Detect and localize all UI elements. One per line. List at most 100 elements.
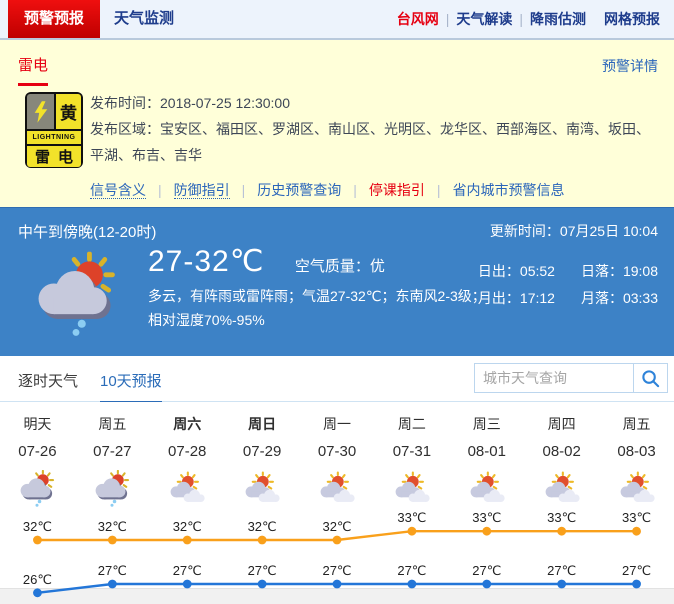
warning-type-label: 雷电 [27, 146, 81, 167]
day-label: 周五 [75, 414, 150, 434]
tab-weather-monitor[interactable]: 天气监测 [114, 0, 174, 38]
high-temp-point [33, 536, 42, 545]
warning-detail-link[interactable]: 预警详情 [602, 56, 658, 76]
low-temp-label: 26℃ [23, 572, 52, 587]
low-temp-point [333, 580, 342, 589]
date-label: 07-28 [150, 443, 225, 463]
forecast-period-label: 中午到傍晚(12-20时) [18, 221, 156, 242]
date-label: 08-01 [449, 443, 524, 463]
day-label: 明天 [0, 414, 75, 434]
low-temp-label: 27℃ [472, 563, 501, 578]
warning-section: 雷电 预警详情 黄 LIGHTNING 雷电 发布时间：2018-07-25 1… [0, 40, 674, 207]
low-temp-label: 27℃ [397, 563, 426, 578]
day-label: 周四 [524, 414, 599, 434]
forecast-columns: 明天07-26周五07-27周六07-28周日07-29周一07-30周二07-… [0, 402, 674, 512]
current-weather-section: 中午到傍晚(12-20时) 更新时间：07月25日 10:04 27-32℃ 空… [0, 207, 674, 356]
forecast-day-column[interactable]: 周二07-31 [374, 414, 449, 512]
partly-cloudy-icon [166, 470, 208, 507]
high-temp-label: 32℃ [23, 519, 52, 534]
low-temp-point [108, 580, 117, 589]
forecast-day-column[interactable]: 周六07-28 [150, 414, 225, 512]
temperature-range: 27-32℃ [148, 245, 264, 278]
tab-ten-day-forecast[interactable]: 10天预报 [100, 370, 162, 404]
forecast-tab-bar: 逐时天气 10天预报 [0, 356, 674, 402]
day-label: 周五 [599, 414, 674, 434]
date-label: 07-30 [300, 443, 375, 463]
link-signal-meaning[interactable]: 信号含义 [90, 182, 146, 199]
partly-cloudy-icon [391, 470, 433, 507]
day-label: 周三 [449, 414, 524, 434]
forecast-day-column[interactable]: 周三 08-01 [449, 414, 524, 512]
tab-hourly-weather[interactable]: 逐时天气 [18, 370, 78, 391]
link-rain-estimation[interactable]: 降雨估测 [530, 11, 586, 27]
link-history-warning-query[interactable]: 历史预警查询 [257, 182, 341, 198]
moonrise-time: 月出：17:12 [478, 287, 555, 309]
low-temp-point [632, 580, 641, 589]
link-defense-guide[interactable]: 防御指引 [174, 182, 230, 199]
moonset-time: 月落：03:33 [581, 287, 658, 309]
link-typhoon-net[interactable]: 台风网 [397, 11, 439, 27]
publish-area-value: 宝安区、福田区、罗湖区、南山区、光明区、龙华区、西部海区、南湾、坂田、平湖、布吉… [90, 121, 650, 163]
day-label: 周一 [300, 414, 375, 434]
link-province-city-warnings[interactable]: 省内城市预警信息 [453, 182, 565, 198]
date-label: 07-29 [225, 443, 300, 463]
low-temp-point [557, 580, 566, 589]
low-temp-point [482, 580, 491, 589]
link-weather-interpretation[interactable]: 天气解读 [456, 11, 512, 27]
high-temp-point [183, 536, 192, 545]
update-time: 更新时间：07月25日 10:04 [490, 221, 658, 241]
tab-warning-forecast[interactable]: 预警预报 [8, 0, 100, 38]
top-nav: 预警预报 天气监测 台风网|天气解读|降雨估测网格预报 [0, 0, 674, 40]
forecast-day-column[interactable]: 周四 08-02 [524, 414, 599, 512]
high-temp-point [407, 527, 416, 536]
temperature-trend-chart: 32℃32℃32℃32℃32℃33℃33℃33℃33℃26℃27℃27℃27℃2… [0, 508, 674, 604]
link-grid-forecast[interactable]: 网格预报 [604, 11, 660, 27]
ten-day-forecast: 明天07-26周五07-27周六07-28周日07-29周一07-30周二07-… [0, 402, 674, 604]
low-temp-label: 27℃ [322, 563, 351, 578]
forecast-day-column[interactable]: 周一 07-30 [300, 414, 375, 512]
forecast-day-column[interactable]: 周日 07-29 [225, 414, 300, 512]
forecast-day-column[interactable]: 周五 07-27 [75, 414, 150, 512]
high-temp-label: 33℃ [547, 510, 576, 525]
shower-rain-icon [28, 248, 124, 340]
sunrise-time: 日出：05:52 [478, 260, 555, 282]
divider: | [242, 182, 246, 198]
high-temp-point [108, 536, 117, 545]
date-label: 07-27 [75, 443, 150, 463]
partly-cloudy-icon [316, 470, 358, 507]
lightning-bolt-icon [27, 94, 54, 129]
forecast-day-column[interactable]: 周五08-03 [599, 414, 674, 512]
partly-cloudy-icon [466, 470, 508, 507]
tab-lightning-warning[interactable]: 雷电 [18, 54, 48, 86]
warning-band-label: LIGHTNING [27, 131, 81, 144]
low-temp-label: 27℃ [173, 563, 202, 578]
high-temp-label: 32℃ [98, 519, 127, 534]
divider: | [158, 182, 162, 198]
sunset-time: 日落：19:08 [581, 260, 658, 282]
low-temp-point [33, 588, 42, 597]
shower-rain-icon [16, 470, 58, 507]
low-temp-point [407, 580, 416, 589]
forecast-day-column[interactable]: 明天07-26 [0, 414, 75, 512]
link-class-suspension-guide[interactable]: 停课指引 [369, 182, 425, 198]
divider: | [519, 11, 523, 27]
partly-cloudy-icon [241, 470, 283, 507]
high-temp-point [632, 527, 641, 536]
high-temp-point [333, 536, 342, 545]
high-temp-label: 33℃ [397, 510, 426, 525]
warning-links: 信号含义|防御指引|历史预警查询|停课指引|省内城市预警信息 [90, 180, 565, 200]
day-label: 周日 [225, 414, 300, 434]
air-quality: 空气质量：优 [295, 258, 385, 275]
shower-rain-icon [91, 470, 133, 507]
date-label: 08-02 [524, 443, 599, 463]
city-search-input[interactable] [474, 363, 634, 393]
weather-description: 多云，有阵雨或雷阵雨；气温27-32℃；东南风2-3级；相对湿度70%-95% [148, 284, 493, 332]
partly-cloudy-icon [616, 470, 658, 507]
publish-time-line: 发布时间：2018-07-25 12:30:00 [90, 90, 650, 116]
high-temp-point [557, 527, 566, 536]
city-search [474, 363, 668, 393]
high-temp-label: 33℃ [472, 510, 501, 525]
search-button[interactable] [634, 363, 668, 393]
low-temp-label: 27℃ [547, 563, 576, 578]
weather-widget: 预警预报 天气监测 台风网 | 天气解读 | 降雨估测 网格预报 雷电 预警详情 黄 LI… [0, 0, 674, 603]
